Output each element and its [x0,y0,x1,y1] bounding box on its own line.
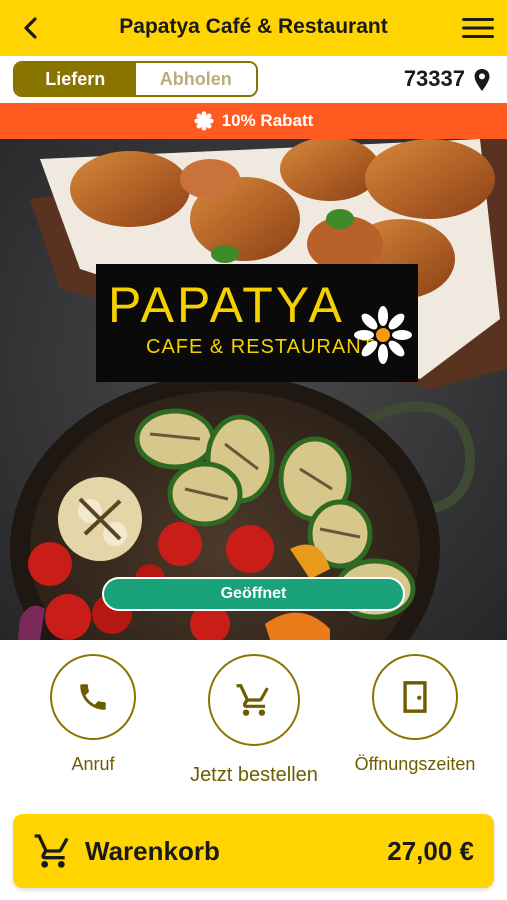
phone-icon [80,684,106,710]
cart-label: Warenkorb [85,836,220,866]
call-button[interactable] [50,654,136,740]
order-now-button[interactable] [208,654,300,746]
food-photo [0,139,507,640]
order-now-action[interactable]: Jetzt bestellen [188,654,320,794]
discount-banner[interactable]: 10% Rabatt [0,103,507,139]
restaurant-hero-image: PAPATYA CAFE & RESTAURANT Geöffnet [0,139,507,640]
open-status-badge: Geöffnet [102,577,405,611]
menu-button[interactable] [459,12,497,44]
cart-button[interactable]: Warenkorb 27,00 € [13,814,494,888]
cart-total: 27,00 € [387,836,474,866]
hamburger-menu-icon [462,18,494,38]
order-mode-bar: Liefern Abholen 73337 [0,56,507,102]
page-title: Papatya Café & Restaurant [119,15,388,38]
app-header: Papatya Café & Restaurant [0,0,507,56]
logo-subtitle: CAFE & RESTAURANT [146,336,375,358]
call-action[interactable]: Anruf [28,654,158,794]
logo-title: PAPATYA [108,277,345,333]
restaurant-logo: PAPATYA CAFE & RESTAURANT [96,264,418,382]
back-button[interactable] [14,12,46,44]
shopping-cart-icon [34,834,69,868]
call-label: Anruf [71,754,115,774]
shopping-cart-icon [236,684,269,716]
tab-liefern[interactable]: Liefern [15,63,136,95]
discount-text: 10% Rabatt [221,111,314,130]
chevron-left-icon [24,17,37,39]
badge-icon [194,111,214,131]
delivery-zip[interactable]: 73337 [404,66,465,92]
door-icon [403,681,427,713]
daisy-icon [354,306,412,364]
tab-abholen[interactable]: Abholen [135,63,256,95]
opening-hours-label: Öffnungszeiten [354,754,476,774]
opening-hours-button[interactable] [372,654,458,740]
order-now-label: Jetzt bestellen [190,764,318,786]
opening-hours-action[interactable]: Öffnungszeiten [350,654,480,794]
delivery-mode-toggle: Liefern Abholen [13,61,258,97]
map-pin-icon[interactable] [473,68,491,92]
